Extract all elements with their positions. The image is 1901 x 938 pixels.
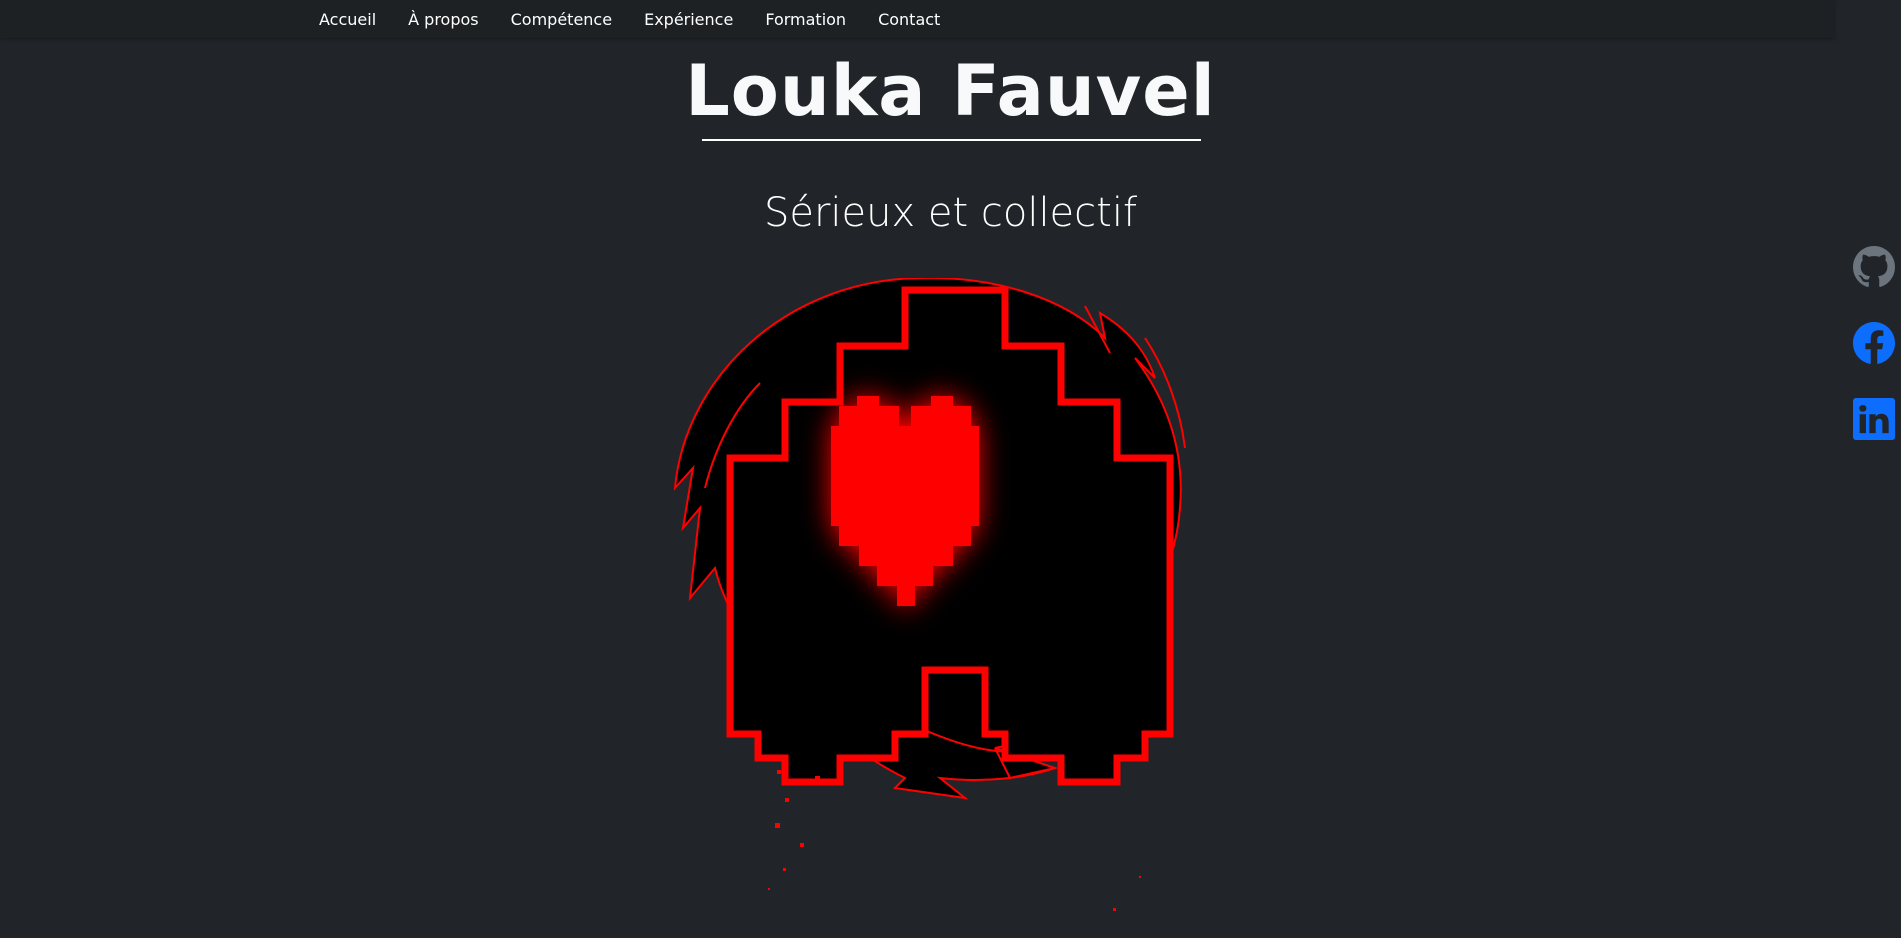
heart-emblem-logo <box>673 278 1186 911</box>
navbar: Accueil À propos Compétence Expérience F… <box>0 0 1834 38</box>
hero-section: Louka Fauvel Sérieux et collectif <box>0 38 1901 922</box>
facebook-icon <box>1852 321 1895 365</box>
nav-menu: Accueil À propos Compétence Expérience F… <box>319 0 972 38</box>
github-link[interactable] <box>1853 246 1895 288</box>
github-icon <box>1853 246 1895 287</box>
nav-link-experience[interactable]: Expérience <box>644 10 733 29</box>
nav-link-contact[interactable]: Contact <box>878 10 940 29</box>
facebook-link[interactable] <box>1852 321 1895 365</box>
nav-link-formation[interactable]: Formation <box>765 10 846 29</box>
social-links <box>1852 246 1901 474</box>
linkedin-link[interactable] <box>1853 398 1895 440</box>
title-underline <box>702 139 1201 141</box>
linkedin-icon <box>1853 398 1895 440</box>
nav-link-accueil[interactable]: Accueil <box>319 10 376 29</box>
tagline: Sérieux et collectif <box>763 190 1138 236</box>
page-title: Louka Fauvel <box>685 50 1216 132</box>
nav-link-competence[interactable]: Compétence <box>511 10 612 29</box>
nav-link-a-propos[interactable]: À propos <box>408 10 478 29</box>
